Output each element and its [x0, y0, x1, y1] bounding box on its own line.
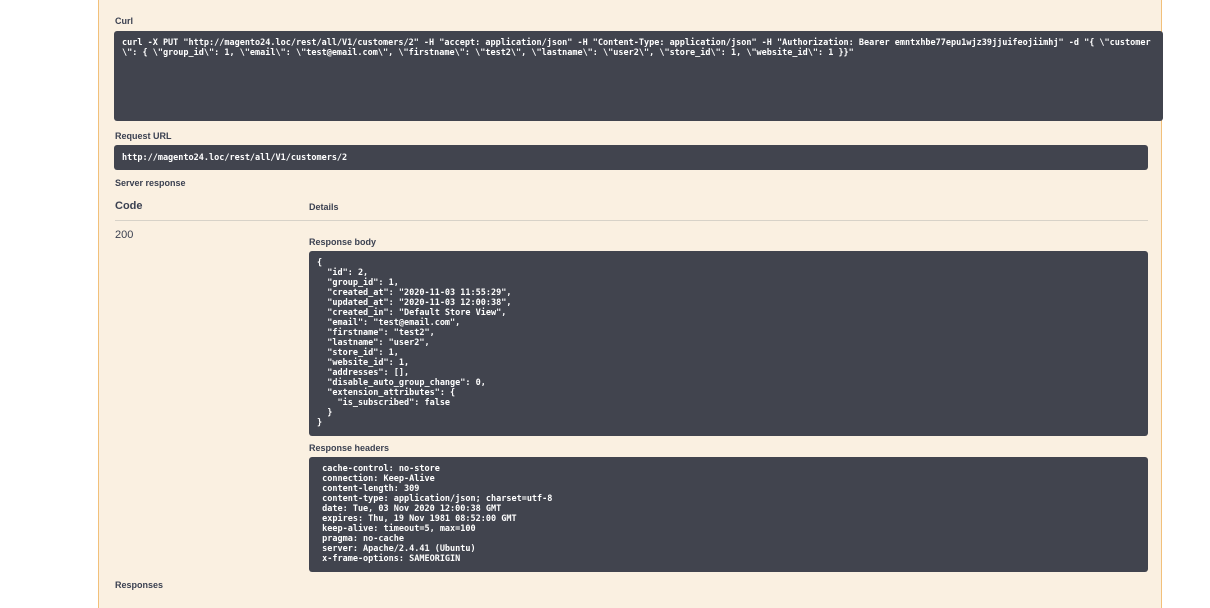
curl-command[interactable]: curl -X PUT "http://magento24.loc/rest/a… [114, 31, 1163, 121]
table-divider [115, 220, 1148, 221]
response-body-label: Response body [309, 237, 377, 247]
responses-label: Responses [115, 580, 164, 590]
request-url-label: Request URL [115, 131, 172, 141]
response-headers-label: Response headers [309, 443, 390, 453]
server-response-label: Server response [115, 178, 186, 188]
response-headers[interactable]: cache-control: no-store connection: Keep… [309, 457, 1148, 572]
response-body[interactable]: { "id": 2, "group_id": 1, "created_at": … [309, 251, 1148, 436]
operation-panel: Curl curl -X PUT "http://magento24.loc/r… [98, 0, 1163, 608]
curl-label: Curl [115, 16, 133, 26]
request-url[interactable]: http://magento24.loc/rest/all/V1/custome… [114, 145, 1148, 170]
details-column-header: Details [309, 202, 339, 212]
status-code: 200 [115, 229, 134, 241]
code-column-header: Code [115, 200, 143, 212]
